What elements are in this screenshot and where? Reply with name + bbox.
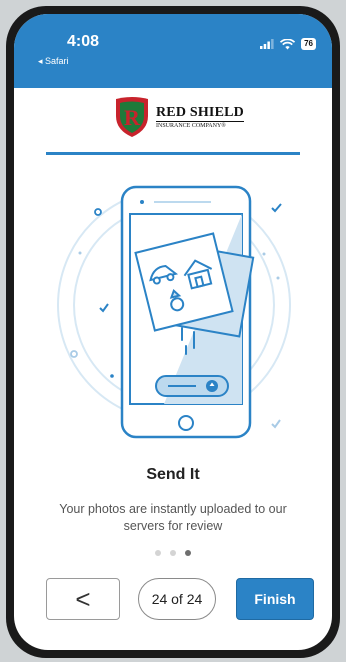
home-button [178,415,194,431]
logo-subtitle: INSURANCE COMPANY® [156,121,244,129]
page-counter: 24 of 24 [138,578,216,620]
slide-description: Your photos are instantly uploaded to ou… [59,502,287,533]
header-divider [46,152,300,155]
company-logo: R RED SHIELD INSURANCE COMPANY® [114,96,244,138]
check-mark-decor [271,203,282,213]
device-frame: 4:08 ◂ Safari 76 R RED SHIELD INSURANCE … [0,0,346,662]
upload-illustration [57,185,291,439]
wifi-icon [280,38,296,49]
screen: 4:08 ◂ Safari 76 R RED SHIELD INSURANCE … [14,14,332,650]
shield-icon: R [116,97,148,137]
logo-title: RED SHIELD [156,105,244,120]
status-time: 4:08 [67,33,100,50]
slide-title: Send It [146,466,200,483]
status-indicators: 76 [260,38,316,50]
status-bar: 4:08 ◂ Safari 76 [14,14,332,88]
pagination-dot [170,550,176,556]
battery-icon: 76 [301,38,316,50]
cellular-signal-icon [260,39,274,49]
logo-wordmark: RED SHIELD INSURANCE COMPANY® [156,105,244,129]
phone-bezel: 4:08 ◂ Safari 76 R RED SHIELD INSURANCE … [6,6,340,658]
logo-letter: R [124,105,141,130]
pagination-dots [14,550,332,556]
pagination-dot-active [185,550,191,556]
finish-button[interactable]: Finish [236,578,314,620]
back-to-safari-link[interactable]: ◂ Safari [38,56,69,67]
pagination-dot [155,550,161,556]
back-button[interactable]: < [46,578,120,620]
